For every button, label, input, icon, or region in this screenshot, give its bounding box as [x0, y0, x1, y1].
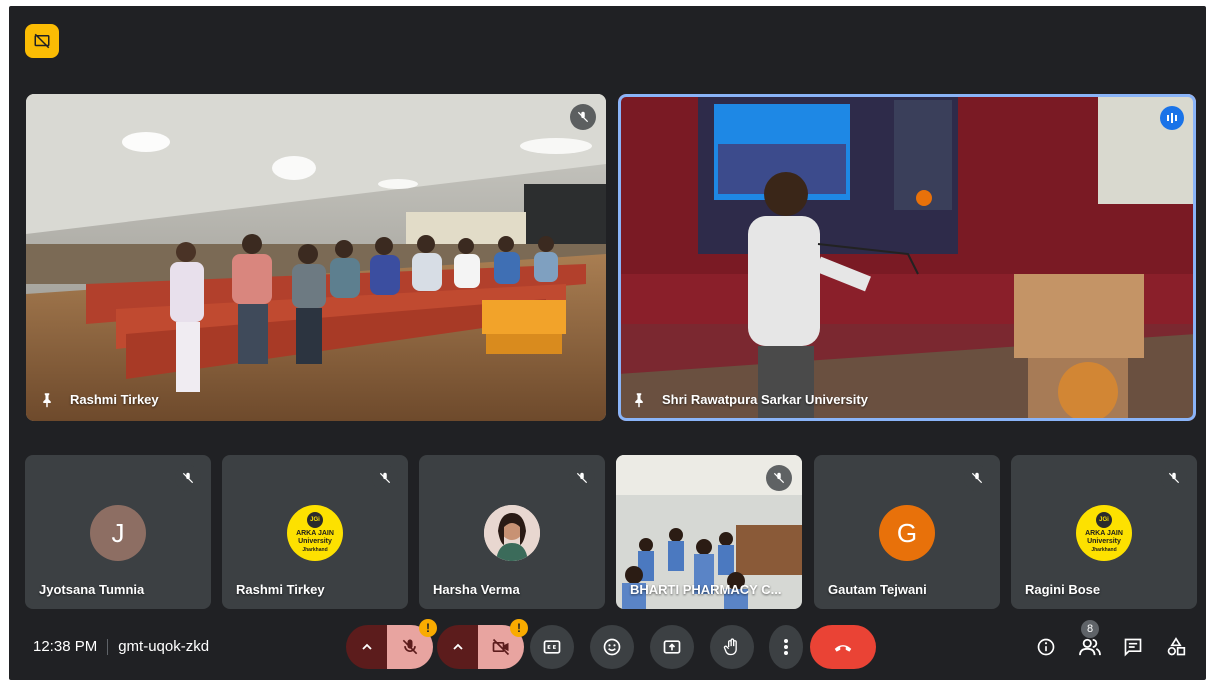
chat-icon: [1124, 638, 1142, 657]
present-now-button[interactable]: [650, 625, 694, 669]
pin-icon[interactable]: [38, 391, 56, 409]
avatar: J: [90, 505, 146, 561]
presentation-off-icon[interactable]: [25, 24, 59, 58]
tile-participant-name: Ragini Bose: [1025, 582, 1101, 597]
participant-tile[interactable]: JGi ARKA JAIN University Jharkhand Rashm…: [222, 455, 408, 609]
meeting-code: gmt-uqok-zkd: [118, 638, 210, 655]
tile-participant-name: Jyotsana Tumnia: [39, 582, 145, 597]
mic-toggle-button[interactable]: !: [387, 619, 437, 669]
chevron-up-icon: [453, 643, 463, 650]
people-icon: [1079, 638, 1101, 656]
mic-off-icon: [766, 465, 792, 491]
tile-participant-name: Gautam Tejwani: [828, 582, 927, 597]
mic-off-icon: [1161, 465, 1187, 491]
participant-tile[interactable]: JGi ARKA JAIN University Jharkhand Ragin…: [1011, 455, 1197, 609]
present-screen-icon: [663, 640, 681, 654]
activities-shapes-icon: [1167, 637, 1186, 656]
mic-off-icon: [569, 465, 595, 491]
warning-badge: !: [419, 619, 437, 637]
camera-toggle-button[interactable]: !: [478, 619, 528, 669]
tile-participant-name: Shri Rawatpura Sarkar University: [662, 392, 868, 407]
university-logo-avatar: JGi ARKA JAIN University Jharkhand: [287, 505, 343, 561]
mic-off-icon: [570, 104, 596, 130]
raise-hand-button[interactable]: [710, 625, 754, 669]
meeting-info: 12:38 PM gmt-uqok-zkd: [33, 638, 209, 655]
university-logo-avatar: JGi ARKA JAIN University Jharkhand: [1076, 505, 1132, 561]
participant-tile[interactable]: G Gautam Tejwani: [814, 455, 1000, 609]
activities-button[interactable]: [1163, 634, 1189, 660]
captions-button[interactable]: [530, 625, 574, 669]
avatar: G: [879, 505, 935, 561]
main-tile-speaker[interactable]: Shri Rawatpura Sarkar University: [618, 94, 1196, 421]
participant-tile[interactable]: J Jyotsana Tumnia: [25, 455, 211, 609]
divider: [107, 638, 109, 655]
emoji-reaction-button[interactable]: [590, 625, 634, 669]
clock-time: 12:38 PM: [33, 638, 98, 655]
avatar: [484, 505, 540, 561]
meeting-stage: Rashmi Tirkey Shri Rawatpura Sarkar Univ…: [9, 6, 1206, 680]
chevron-up-icon: [362, 643, 372, 650]
auditorium-video-frame: [26, 94, 606, 421]
participant-tile[interactable]: Harsha Verma: [419, 455, 605, 609]
participant-count-badge: 8: [1081, 620, 1099, 638]
camera-options-button[interactable]: [437, 625, 479, 669]
camera-off-icon: [492, 638, 510, 656]
tile-participant-name: Rashmi Tirkey: [70, 392, 159, 407]
mic-off-icon: [372, 465, 398, 491]
mic-off-icon: [175, 465, 201, 491]
speaking-indicator-icon: [1160, 106, 1184, 130]
tile-participant-name: Rashmi Tirkey: [236, 582, 325, 597]
warning-badge: !: [510, 619, 528, 637]
more-vert-icon: [784, 639, 788, 655]
participant-tile[interactable]: BHARTI PHARMACY C...: [616, 455, 802, 609]
tile-participant-name: BHARTI PHARMACY C...: [630, 582, 782, 597]
emoji-icon: [603, 638, 621, 656]
info-icon: [1037, 638, 1055, 656]
raise-hand-icon: [723, 638, 737, 656]
leave-call-button[interactable]: [810, 625, 876, 669]
speaker-video-frame: [618, 94, 1196, 421]
mic-off-icon: [402, 639, 418, 655]
chat-button[interactable]: [1120, 634, 1146, 660]
mic-off-icon: [964, 465, 990, 491]
more-options-button[interactable]: [769, 625, 803, 669]
mic-options-button[interactable]: [346, 625, 388, 669]
meeting-details-button[interactable]: [1033, 634, 1059, 660]
closed-captions-icon: [543, 640, 561, 654]
pin-icon[interactable]: [630, 391, 648, 409]
hang-up-icon: [834, 645, 852, 652]
tile-participant-name: Harsha Verma: [433, 582, 520, 597]
main-tile-rashmi[interactable]: Rashmi Tirkey: [26, 94, 606, 421]
people-button[interactable]: 8: [1077, 620, 1103, 660]
